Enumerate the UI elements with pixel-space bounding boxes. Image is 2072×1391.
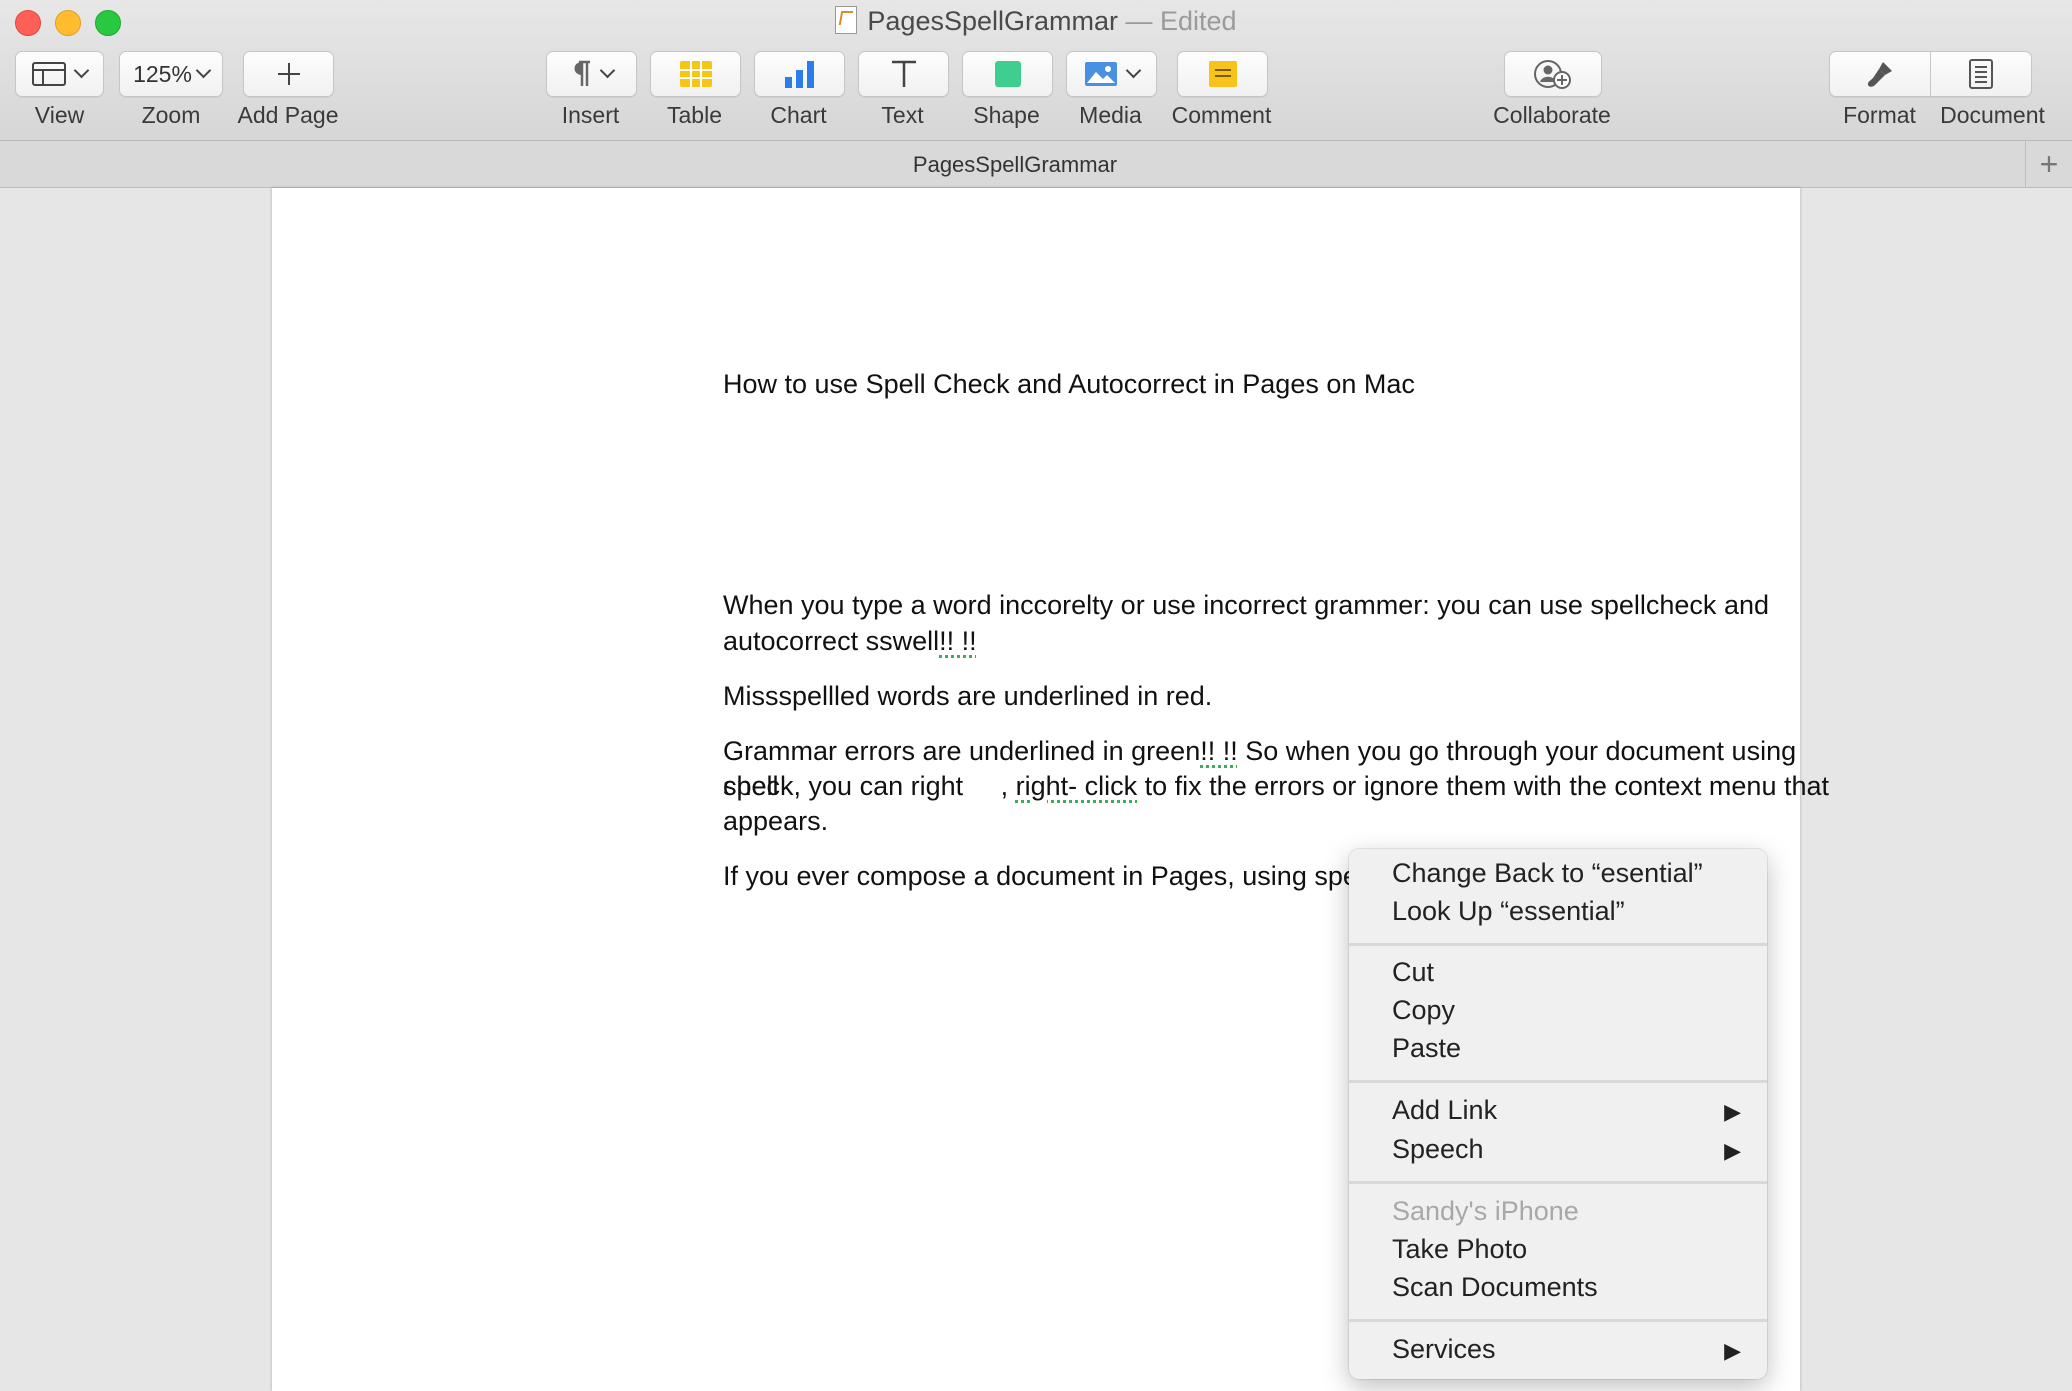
submenu-arrow-icon: ▶ bbox=[1724, 1138, 1741, 1163]
paragraph-1-line-2[interactable]: autocorrect sswell!! !! bbox=[723, 624, 977, 659]
toolbar: PagesSpellGrammar — Edited View 125% Zoo… bbox=[0, 0, 2072, 141]
tab-bar: PagesSpellGrammar + bbox=[0, 141, 2072, 188]
menu-separator bbox=[1349, 943, 1767, 946]
media-label: Media bbox=[1079, 102, 1142, 128]
menu-separator bbox=[1349, 1080, 1767, 1083]
menu-item-paste[interactable]: Paste bbox=[1392, 1033, 1461, 1064]
chevron-down-icon bbox=[1125, 62, 1142, 79]
text-icon bbox=[891, 60, 916, 87]
paragraph-1-line-1[interactable]: When you type a word inccorelty or use i… bbox=[723, 588, 1769, 623]
chart-icon bbox=[784, 61, 814, 88]
add-page-button[interactable] bbox=[243, 51, 334, 97]
view-button[interactable] bbox=[15, 51, 104, 97]
shape-icon bbox=[994, 61, 1021, 87]
menu-item-cut[interactable]: Cut bbox=[1392, 957, 1434, 988]
comment-button[interactable] bbox=[1177, 51, 1268, 97]
document-heading[interactable]: How to use Spell Check and Autocorrect i… bbox=[723, 367, 1415, 402]
chart-label: Chart bbox=[770, 102, 827, 128]
paragraph-3-text: check, you can right , bbox=[723, 771, 1016, 801]
window-title: PagesSpellGrammar — Edited bbox=[0, 6, 2072, 37]
collaborate-button[interactable] bbox=[1504, 51, 1602, 97]
grammar-error-text[interactable]: !! !! bbox=[1200, 736, 1238, 766]
plus-icon bbox=[277, 63, 300, 85]
table-button[interactable] bbox=[650, 51, 741, 97]
pages-document-icon bbox=[835, 6, 858, 34]
media-button[interactable] bbox=[1066, 51, 1157, 97]
grammar-error-text[interactable]: right- click bbox=[1016, 771, 1138, 801]
zoom-label: Zoom bbox=[141, 102, 201, 128]
zoom-value: 125% bbox=[133, 60, 192, 87]
add-page-label: Add Page bbox=[237, 102, 339, 128]
comment-label: Comment bbox=[1171, 102, 1272, 128]
comment-icon bbox=[1208, 61, 1237, 87]
menu-separator bbox=[1349, 1319, 1767, 1322]
chevron-down-icon bbox=[599, 62, 616, 79]
paragraph-3-line-2[interactable]: check, you can right , right- click to f… bbox=[723, 769, 1829, 804]
document-button[interactable] bbox=[1931, 52, 2031, 96]
paragraph-2[interactable]: Missspellled words are underlined in red… bbox=[723, 679, 1212, 714]
menu-item-speech[interactable]: Speech bbox=[1392, 1134, 1484, 1165]
plus-icon: + bbox=[2039, 145, 2059, 182]
view-label: View bbox=[34, 102, 85, 128]
menu-item-copy[interactable]: Copy bbox=[1392, 995, 1455, 1026]
paragraph-3-text: Grammar errors are underlined in green bbox=[723, 736, 1201, 766]
menu-separator bbox=[1349, 1181, 1767, 1184]
chevron-down-icon bbox=[73, 62, 90, 79]
table-label: Table bbox=[667, 102, 722, 128]
insert-label: Insert bbox=[561, 102, 620, 128]
shape-label: Shape bbox=[973, 102, 1040, 128]
submenu-arrow-icon: ▶ bbox=[1724, 1099, 1741, 1124]
insert-button[interactable] bbox=[546, 51, 637, 97]
zoom-select[interactable]: 125% bbox=[119, 51, 223, 97]
menu-item-change-back[interactable]: Change Back to “esential” bbox=[1392, 858, 1703, 889]
paragraph-3-text: to fix the errors or ignore them with th… bbox=[1137, 771, 1829, 801]
chevron-down-icon bbox=[195, 62, 212, 79]
grammar-error-text[interactable]: !! !! bbox=[939, 626, 977, 656]
menu-item-device-header: Sandy's iPhone bbox=[1392, 1196, 1579, 1226]
menu-item-look-up[interactable]: Look Up “essential” bbox=[1392, 896, 1625, 927]
window-title-status: — Edited bbox=[1125, 6, 1237, 36]
tab-document[interactable]: PagesSpellGrammar bbox=[0, 152, 2030, 178]
text-button[interactable] bbox=[858, 51, 949, 97]
collaborate-icon bbox=[1534, 60, 1571, 89]
paragraph-1-text: autocorrect sswell bbox=[723, 626, 940, 656]
photo-icon bbox=[1085, 62, 1117, 86]
format-button[interactable] bbox=[1830, 52, 1931, 96]
collaborate-label: Collaborate bbox=[1493, 102, 1611, 128]
paragraph-3-line-3[interactable]: appears. bbox=[723, 804, 828, 839]
pages-window: PagesSpellGrammar — Edited View 125% Zoo… bbox=[0, 0, 2072, 1391]
format-label: Format bbox=[1843, 102, 1916, 128]
menu-item-add-link[interactable]: Add Link bbox=[1392, 1095, 1497, 1126]
submenu-arrow-icon: ▶ bbox=[1724, 1338, 1741, 1363]
table-icon bbox=[679, 61, 712, 87]
pilcrow-icon bbox=[574, 60, 590, 86]
new-tab-button[interactable]: + bbox=[2025, 141, 2072, 187]
shape-button[interactable] bbox=[962, 51, 1053, 97]
context-menu: Change Back to “esential” Look Up “essen… bbox=[1349, 849, 1767, 1379]
menu-item-scan-documents[interactable]: Scan Documents bbox=[1392, 1272, 1598, 1303]
window-title-text: PagesSpellGrammar bbox=[867, 6, 1118, 36]
document-icon bbox=[1969, 59, 1993, 89]
menu-item-services[interactable]: Services bbox=[1392, 1334, 1496, 1365]
inspector-segmented-control bbox=[1829, 51, 2032, 97]
text-label: Text bbox=[881, 102, 924, 128]
document-label: Document bbox=[1940, 102, 2045, 128]
chart-button[interactable] bbox=[754, 51, 845, 97]
menu-item-take-photo[interactable]: Take Photo bbox=[1392, 1234, 1527, 1265]
sidebar-view-icon bbox=[32, 62, 66, 86]
paintbrush-icon bbox=[1867, 62, 1892, 87]
